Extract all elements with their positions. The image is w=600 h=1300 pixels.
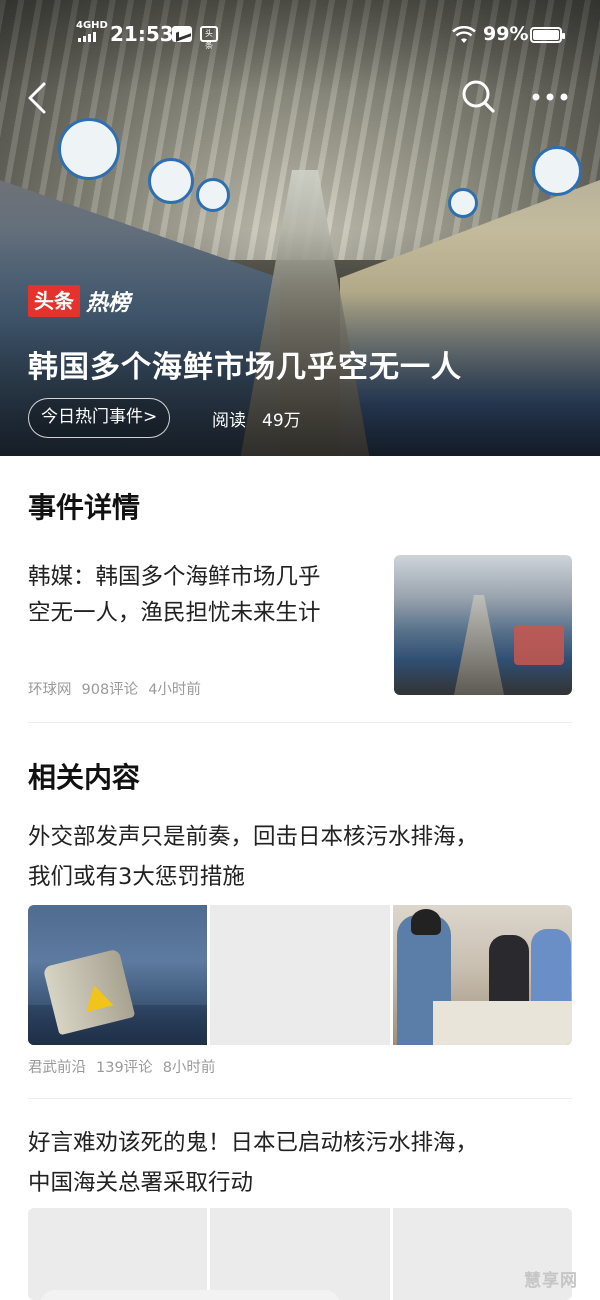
event-article-title-line1: 韩媒：韩国多个海鲜市场几乎 <box>28 564 321 590</box>
article-source: 环球网 <box>28 682 72 698</box>
event-details-heading: 事件详情 <box>28 491 141 524</box>
article-image <box>28 905 208 1045</box>
network-type: 4GHD <box>76 20 108 31</box>
bottom-comment-bar[interactable] <box>40 1290 340 1300</box>
event-article-title-line2: 空无一人，渔民担忧未来生计 <box>28 600 321 626</box>
article-image <box>392 905 572 1045</box>
related-article-images <box>28 905 572 1045</box>
article-comments: 908评论 <box>81 682 139 698</box>
hero-title: 韩国多个海鲜市场几乎空无一人 <box>28 350 462 385</box>
article-image-placeholder <box>210 905 390 1045</box>
related-article-meta: 君武前沿 139评论 8小时前 <box>28 1056 225 1077</box>
hero-shade <box>0 0 600 456</box>
read-label: 阅读 <box>212 411 246 431</box>
message-icon <box>172 26 192 42</box>
today-hot-events-button[interactable]: 今日热门事件> <box>28 398 171 438</box>
back-button[interactable] <box>22 78 56 118</box>
search-button[interactable] <box>458 76 498 116</box>
event-article-thumbnail <box>394 555 572 695</box>
battery-icon <box>530 27 565 43</box>
article-image-placeholder <box>28 1208 208 1300</box>
more-button[interactable] <box>522 80 578 114</box>
article-time: 4小时前 <box>148 682 201 698</box>
divider <box>28 1098 572 1099</box>
toutiao-icon: 头条 <box>200 26 218 50</box>
related-article-title-line1: 好言难劝该死的鬼！日本已启动核污水排海， <box>28 1130 479 1156</box>
related-article-title-line2: 我们或有3大惩罚措施 <box>28 864 245 890</box>
back-icon <box>28 82 46 114</box>
signal-icon <box>78 32 96 42</box>
toutiao-hotlist-brand: 头条 热榜 <box>28 284 130 318</box>
wifi-icon <box>452 25 476 49</box>
status-bar: 4GHD 21:53 头条 99% <box>0 18 600 52</box>
more-icon <box>532 93 568 101</box>
related-article-images <box>28 1208 572 1300</box>
article-image-placeholder <box>210 1208 390 1300</box>
read-count: 49万 <box>262 411 301 431</box>
related-article-title-line1: 外交部发声只是前奏，回击日本核污水排海， <box>28 824 479 850</box>
status-time: 21:53 <box>110 22 174 46</box>
article-comments: 139评论 <box>96 1060 153 1076</box>
related-content-heading: 相关内容 <box>28 761 141 794</box>
brand-label-white: 热榜 <box>86 291 131 316</box>
article-time: 8小时前 <box>162 1060 216 1076</box>
watermark: 慧享网 <box>524 1271 578 1291</box>
article-source: 君武前沿 <box>28 1060 86 1076</box>
brand-label-red: 头条 <box>28 285 80 317</box>
event-article-meta: 环球网 908评论 4小时前 <box>28 678 211 699</box>
hero-banner <box>0 0 600 456</box>
search-icon <box>462 80 495 113</box>
divider <box>28 722 572 723</box>
related-article-title-line2: 中国海关总署采取行动 <box>28 1170 254 1196</box>
battery-percent: 99% <box>483 23 529 45</box>
